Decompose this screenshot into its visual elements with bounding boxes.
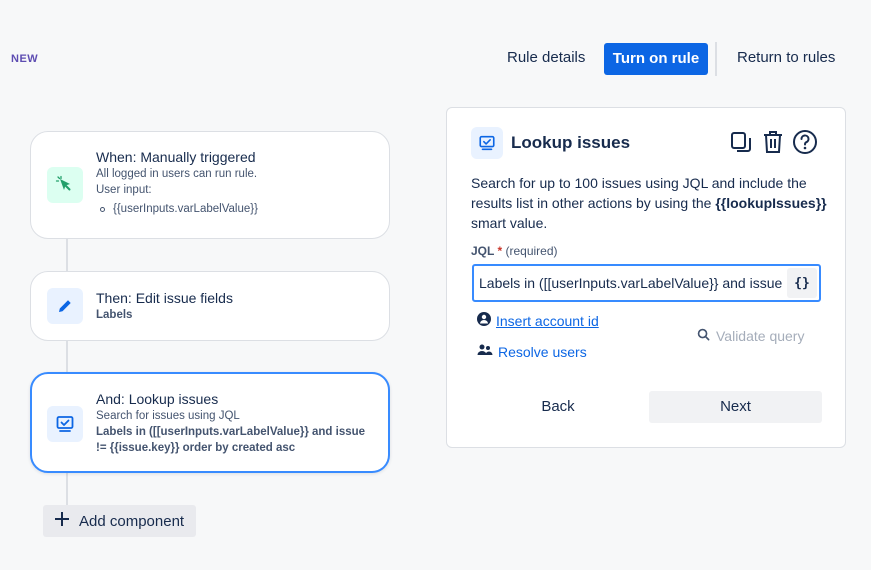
user-circle-icon bbox=[477, 312, 491, 329]
back-button[interactable]: Back bbox=[471, 391, 645, 423]
trash-icon[interactable] bbox=[760, 129, 786, 155]
trigger-user-input-item: {{userInputs.varLabelValue}} bbox=[100, 203, 258, 215]
resolve-users-link[interactable]: Resolve users bbox=[477, 343, 587, 360]
insert-account-id-link[interactable]: Insert account id bbox=[477, 312, 599, 329]
header-divider bbox=[715, 42, 717, 76]
lookup-query-line2: != {{issue.key}} order by created asc bbox=[96, 442, 296, 454]
turn-on-rule-button[interactable]: Turn on rule bbox=[604, 43, 708, 75]
panel-description: Search for up to 100 issues using JQL an… bbox=[471, 175, 827, 231]
lookup-issues-panel: Lookup issues Search for up to 100 issue… bbox=[446, 107, 846, 448]
cursor-click-icon bbox=[47, 167, 83, 203]
jql-input[interactable]: Labels in ([[userInputs.varLabelValue}} … bbox=[472, 264, 821, 302]
screen-check-icon bbox=[471, 127, 503, 159]
lookup-line1: Search for issues using JQL bbox=[96, 410, 240, 422]
help-icon[interactable] bbox=[792, 129, 818, 155]
next-button[interactable]: Next bbox=[649, 391, 822, 423]
add-component-label: Add component bbox=[79, 512, 185, 530]
rule-details-button[interactable]: Rule details bbox=[499, 42, 593, 74]
smart-value: {{lookupIssues}} bbox=[715, 195, 827, 211]
flow-connector bbox=[66, 341, 68, 372]
trigger-line1: All logged in users can run rule. bbox=[96, 168, 258, 180]
lookup-title: And: Lookup issues bbox=[96, 391, 219, 407]
trigger-card[interactable]: When: Manually triggered All logged in u… bbox=[30, 131, 390, 239]
return-to-rules-button[interactable]: Return to rules bbox=[729, 42, 843, 74]
duplicate-icon[interactable] bbox=[728, 129, 754, 155]
users-icon bbox=[477, 343, 493, 360]
panel-title: Lookup issues bbox=[511, 133, 631, 152]
jql-label: JQL * (required) bbox=[471, 244, 558, 258]
plus-icon bbox=[53, 510, 71, 532]
flow-connector bbox=[66, 473, 68, 505]
bullet-icon bbox=[100, 206, 105, 212]
trigger-line2: User input: bbox=[96, 184, 152, 196]
validate-query-button[interactable]: Validate query bbox=[697, 328, 804, 344]
user-input-variable: {{userInputs.varLabelValue}} bbox=[113, 203, 258, 215]
flow-connector bbox=[66, 239, 68, 271]
screen-check-icon bbox=[47, 406, 83, 442]
smart-value-picker-button[interactable]: {} bbox=[787, 268, 817, 298]
edit-detail: Labels bbox=[96, 309, 133, 321]
lookup-issues-card[interactable]: And: Lookup issues Search for issues usi… bbox=[30, 372, 390, 473]
lookup-query-line1: Labels in ([[userInputs.varLabelValue}} … bbox=[96, 426, 366, 438]
edit-issue-card[interactable]: Then: Edit issue fields Labels bbox=[30, 271, 390, 341]
add-component-button[interactable]: Add component bbox=[43, 505, 196, 537]
top-bar: Rule details Turn on rule Return to rule… bbox=[0, 42, 871, 76]
jql-value[interactable]: Labels in ([[userInputs.varLabelValue}} … bbox=[479, 275, 785, 291]
edit-title: Then: Edit issue fields bbox=[96, 290, 233, 306]
pencil-icon bbox=[47, 288, 83, 324]
trigger-title: When: Manually triggered bbox=[96, 149, 256, 165]
search-icon bbox=[697, 328, 710, 344]
